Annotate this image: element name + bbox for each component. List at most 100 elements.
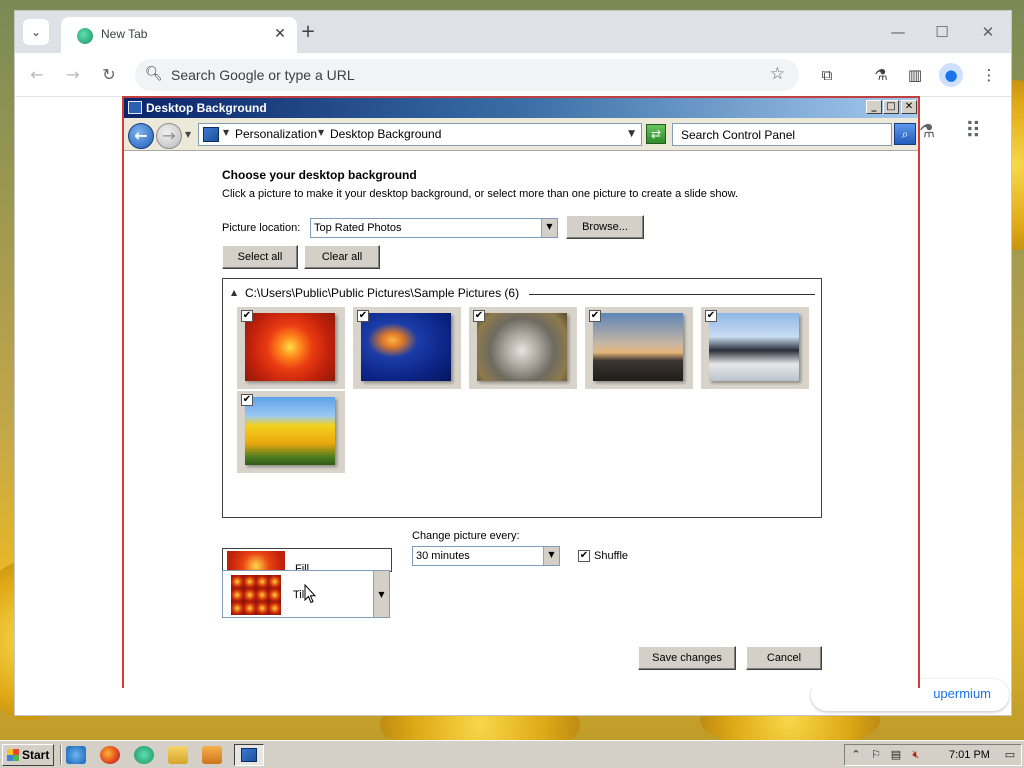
control-panel-icon — [203, 127, 219, 142]
close-window-icon[interactable]: ✕ — [973, 21, 1003, 43]
search-icon[interactable]: ⌕ — [894, 123, 916, 145]
minimize-icon[interactable]: _ — [866, 100, 882, 114]
browser-toolbar: ← → ↻ 🔍︎ Search Google or type a URL ☆ ⧉… — [15, 53, 1011, 97]
thumbnail-checkbox[interactable]: ✔ — [473, 310, 485, 322]
tab-title: New Tab — [101, 27, 148, 41]
back-arrow-icon[interactable]: ← — [128, 123, 154, 149]
chevron-down-icon[interactable]: ▼ — [628, 129, 635, 139]
group-header[interactable]: C:\Users\Public\Public Pictures\Sample P… — [245, 286, 519, 300]
notification-icon[interactable]: ▭ — [1003, 748, 1017, 762]
address-bar-placeholder: Search Google or type a URL — [171, 67, 355, 83]
thumbnail-checkbox[interactable]: ✔ — [705, 310, 717, 322]
customize-label: upermium — [933, 686, 991, 701]
close-tab-icon[interactable]: ✕ — [271, 25, 289, 43]
shuffle-label[interactable]: Shuffle — [594, 550, 628, 562]
tab-search-button[interactable]: ⌄ — [23, 19, 49, 45]
refresh-icon[interactable]: ⇄ — [646, 124, 666, 144]
search-placeholder: Search Control Panel — [681, 128, 796, 142]
taskbar: Start ⌃ ⚐ ▤ 🔇︎ 7:01 PM ▭ — [0, 740, 1024, 768]
reload-icon[interactable]: ↻ — [97, 63, 121, 87]
bookmark-star-icon[interactable]: ☆ — [770, 64, 785, 84]
clock[interactable]: 7:01 PM — [949, 749, 990, 761]
network-icon[interactable]: ▤ — [889, 748, 903, 762]
picture-position-dropdown[interactable]: Fill Tile ▼ — [222, 548, 392, 618]
clear-all-button[interactable]: Clear all — [304, 245, 380, 269]
thumbnail-penguins[interactable]: ✔ — [701, 307, 809, 389]
thumbnail-jellyfish[interactable]: ✔ — [353, 307, 461, 389]
thumbnail-lighthouse[interactable]: ✔ — [585, 307, 693, 389]
maximize-icon[interactable]: ☐ — [927, 21, 957, 43]
control-panel-icon — [128, 101, 142, 114]
browse-button[interactable]: Browse... — [566, 215, 644, 239]
address-toolbar: ← → ▼ ▼ Personalization ▼ Desktop Backgr… — [124, 118, 918, 151]
breadcrumb-arrow-icon[interactable]: ▼ — [223, 128, 229, 137]
breadcrumb[interactable]: ▼ Personalization ▼ Desktop Background ▼ — [198, 123, 642, 146]
folder-icon[interactable] — [168, 746, 188, 764]
collapse-group-icon[interactable]: ▲ — [231, 288, 237, 297]
control-panel-icon — [241, 748, 257, 762]
chevron-down-icon[interactable]: ▼ — [373, 571, 389, 617]
start-button[interactable]: Start — [2, 744, 54, 766]
start-label: Start — [22, 748, 50, 762]
thumbnail-flower[interactable]: ✔ — [237, 307, 345, 389]
tab-new-tab[interactable]: New Tab ✕ — [61, 17, 297, 53]
picture-location-select[interactable]: Top Rated Photos ▼ — [310, 218, 558, 238]
forward-arrow-icon[interactable]: → — [61, 63, 85, 87]
action-center-flag-icon[interactable]: ⚐ — [869, 748, 883, 762]
thumbnail-tulips[interactable]: ✔ — [237, 391, 345, 473]
supermium-icon[interactable] — [134, 746, 154, 764]
show-hidden-icons-icon[interactable]: ⌃ — [849, 748, 863, 762]
tulips-picture — [245, 397, 335, 465]
menu-kebab-icon[interactable]: ⋮ — [977, 63, 1001, 87]
thumbnail-checkbox[interactable]: ✔ — [241, 394, 253, 406]
side-panel-icon[interactable]: ▥ — [903, 63, 927, 87]
chevron-down-icon[interactable]: ▼ — [541, 219, 557, 237]
thumbnail-checkbox[interactable]: ✔ — [357, 310, 369, 322]
supermium-logo-icon — [77, 28, 93, 44]
close-icon[interactable]: ✕ — [901, 100, 917, 114]
breadcrumb-personalization[interactable]: Personalization — [235, 127, 317, 141]
chevron-down-icon[interactable]: ▼ — [543, 547, 559, 565]
window-content: Choose your desktop background Click a p… — [124, 152, 918, 688]
shuffle-checkbox[interactable]: ✔ — [578, 550, 590, 562]
position-option-fill[interactable]: Fill — [222, 548, 392, 572]
maximize-icon[interactable]: □ — [883, 100, 899, 114]
taskbar-item-control-panel[interactable] — [234, 744, 264, 766]
volume-muted-icon[interactable]: 🔇︎ — [909, 748, 923, 762]
save-changes-button[interactable]: Save changes — [638, 646, 736, 670]
change-every-label: Change picture every: — [412, 530, 520, 542]
search-icon: 🔍︎ — [145, 66, 163, 82]
fill-preview-picture — [227, 551, 285, 571]
extensions-icon[interactable]: ⧉ — [815, 63, 839, 87]
thumbnail-koala[interactable]: ✔ — [469, 307, 577, 389]
internet-explorer-icon[interactable] — [66, 746, 86, 764]
thumbnail-checkbox[interactable]: ✔ — [241, 310, 253, 322]
change-interval-select[interactable]: 30 minutes ▼ — [412, 546, 560, 566]
minimize-icon[interactable]: — — [883, 21, 913, 43]
media-player-icon[interactable] — [202, 746, 222, 764]
picture-location-label: Picture location: — [222, 222, 301, 234]
cancel-button[interactable]: Cancel — [746, 646, 822, 670]
thumbnail-checkbox[interactable]: ✔ — [589, 310, 601, 322]
address-bar[interactable]: 🔍︎ Search Google or type a URL ☆ — [135, 59, 799, 91]
labs-flask-icon[interactable]: ⚗ — [869, 63, 893, 87]
breadcrumb-desktop-background[interactable]: Desktop Background — [330, 127, 441, 141]
window-titlebar[interactable]: Desktop Background _ □ ✕ — [124, 98, 918, 118]
breadcrumb-arrow-icon[interactable]: ▼ — [318, 128, 324, 137]
select-all-button[interactable]: Select all — [222, 245, 298, 269]
new-tab-button[interactable]: + — [297, 21, 319, 43]
chevron-down-icon: ⌄ — [30, 25, 42, 39]
windows-logo-icon — [7, 749, 19, 761]
flower-picture — [245, 313, 335, 381]
apps-grid-icon[interactable]: ⠿ — [965, 119, 981, 144]
window-title: Desktop Background — [146, 101, 267, 115]
search-input[interactable]: Search Control Panel — [672, 123, 892, 146]
profile-avatar-icon[interactable]: ● — [939, 63, 963, 87]
history-dropdown-icon[interactable]: ▼ — [185, 130, 191, 139]
forward-arrow-icon[interactable]: → — [156, 123, 182, 149]
group-divider — [529, 294, 815, 295]
firefox-icon[interactable] — [100, 746, 120, 764]
ntp-labs-icon[interactable]: ⚗ — [919, 121, 935, 142]
jellyfish-picture — [361, 313, 451, 381]
back-arrow-icon[interactable]: ← — [25, 63, 49, 87]
